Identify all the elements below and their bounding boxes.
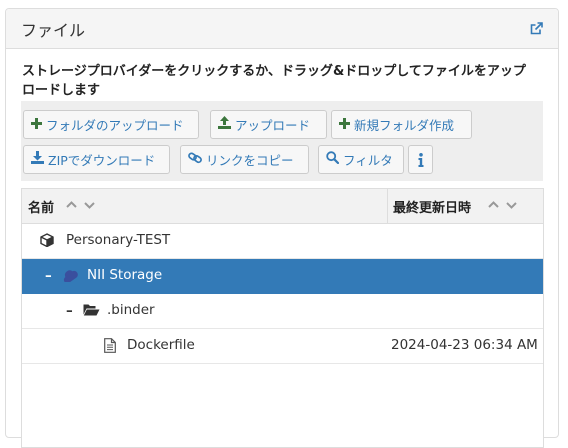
filter-label: フィルタ: [343, 153, 393, 168]
tree-row-label: NII Storage: [87, 267, 163, 283]
cube-icon: [40, 233, 54, 251]
sort-down-icon: [506, 202, 517, 209]
tree-row-nii-storage[interactable]: – NII Storage: [22, 259, 543, 294]
copy-link-label: リンクをコピー: [206, 153, 294, 168]
sort-up-icon: [488, 201, 499, 208]
folder-open-icon: [83, 303, 100, 321]
copy-link-button[interactable]: リンクをコピー: [180, 145, 309, 174]
panel-title: ファイル: [21, 21, 86, 40]
upload-instructions: ストレージプロバイダーをクリックするか、ドラッグ&ドロップしてファイルをアップロ…: [22, 64, 526, 98]
upload-icon: [218, 111, 231, 138]
new-folder-button[interactable]: 新規フォルダ作成: [331, 110, 472, 139]
grid-header: 名前 最終更新日時: [22, 189, 543, 224]
tree-row-label: Dockerfile: [127, 337, 195, 353]
column-name-header[interactable]: 名前: [28, 197, 54, 216]
search-icon: [326, 146, 340, 173]
upload-button[interactable]: アップロード: [210, 110, 327, 139]
tree-row-personary-test[interactable]: Personary-TEST: [22, 224, 543, 259]
tree-row-label: .binder: [107, 302, 155, 318]
tree-row-binder[interactable]: – .binder: [22, 294, 543, 329]
collapse-toggle[interactable]: –: [66, 303, 73, 319]
panel-heading: ファイル: [6, 9, 558, 49]
sort-up-icon: [66, 201, 77, 208]
tree-row-dockerfile[interactable]: Dockerfile 2024-04-23 06:34 AM: [22, 329, 543, 364]
upload-folder-button[interactable]: フォルダのアップロード: [23, 110, 199, 139]
tree-row-label: Personary-TEST: [66, 232, 171, 248]
info-icon: [418, 152, 424, 167]
zip-download-label: ZIPでダウンロード: [48, 153, 156, 168]
upload-label: アップロード: [235, 118, 311, 133]
link-icon: [188, 146, 202, 173]
sort-down-icon: [84, 202, 95, 209]
tree-row-modified: 2024-04-23 06:34 AM: [391, 337, 538, 353]
info-button[interactable]: [408, 145, 433, 174]
sort-name-icons[interactable]: [65, 199, 97, 215]
collapse-toggle[interactable]: –: [45, 268, 52, 284]
plus-icon: [31, 111, 42, 138]
download-icon: [31, 146, 44, 173]
file-toolbar: フォルダのアップロード アップロード 新規フォルダ作成 ZIPでダウンロード リ…: [21, 101, 543, 181]
upload-folder-label: フォルダのアップロード: [46, 118, 184, 133]
files-panel: ファイル ストレージプロバイダーをクリックするか、ドラッグ&ドロップしてファイル…: [5, 8, 559, 448]
external-link-icon[interactable]: [529, 21, 544, 36]
filter-button[interactable]: フィルタ: [318, 145, 404, 174]
file-icon: [104, 338, 116, 357]
file-tree-grid: 名前 最終更新日時 Personary-TEST – NII Storage –…: [21, 188, 544, 448]
column-modified-header[interactable]: 最終更新日時: [393, 197, 471, 216]
plus-icon: [339, 111, 350, 138]
zip-download-button[interactable]: ZIPでダウンロード: [23, 145, 170, 174]
column-divider[interactable]: [387, 189, 388, 223]
new-folder-label: 新規フォルダ作成: [354, 118, 455, 133]
sort-modified-icons[interactable]: [487, 199, 519, 215]
cloud-icon: [61, 268, 79, 286]
